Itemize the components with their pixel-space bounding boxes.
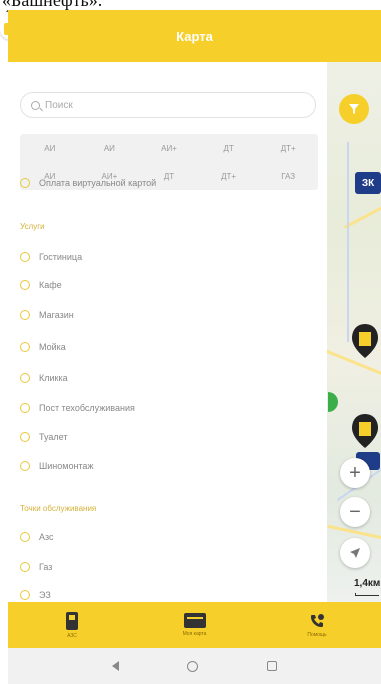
- filter-label: Кликка: [39, 373, 68, 383]
- recent-apps-icon[interactable]: [266, 661, 277, 671]
- filter-button[interactable]: [339, 94, 369, 124]
- station-marker-icon[interactable]: [350, 412, 380, 450]
- filter-service[interactable]: Мойка: [20, 342, 66, 352]
- checkbox[interactable]: [20, 310, 30, 320]
- location-arrow-icon: [350, 548, 360, 558]
- filter-label: Пост техобслуживания: [39, 403, 135, 413]
- fuel-type-option[interactable]: ГАЗ: [258, 162, 318, 190]
- checkbox[interactable]: [20, 562, 30, 572]
- brand-marker-label: ЗК: [361, 177, 375, 189]
- filter-service[interactable]: Кликка: [20, 373, 68, 383]
- funnel-icon: [349, 104, 359, 114]
- filter-label: Гостиница: [39, 252, 83, 262]
- filter-label: Магазин: [39, 310, 74, 320]
- caption-fragment: «Башнефть».: [0, 0, 381, 10]
- filter-service[interactable]: Пост техобслуживания: [20, 403, 135, 413]
- filter-point[interactable]: ЭЗ: [20, 590, 51, 600]
- locate-button[interactable]: [340, 538, 370, 568]
- app-header: Карта: [8, 10, 381, 62]
- back-icon[interactable]: [112, 661, 120, 671]
- fuel-type-option[interactable]: АИ+: [139, 134, 199, 162]
- filter-panel: Поиск АИ АИ АИ+ ДТ ДТ+ АИ АИ+ ДТ ДТ+ ГАЗ…: [8, 62, 327, 602]
- search-placeholder: Поиск: [45, 99, 73, 111]
- filter-label: Газ: [39, 562, 53, 572]
- fuel-type-option[interactable]: АИ: [20, 134, 80, 162]
- checkbox[interactable]: [20, 590, 30, 600]
- page-title: Карта: [176, 28, 213, 44]
- nav-label: Помощь: [307, 631, 327, 638]
- filter-label: Мойка: [39, 342, 66, 352]
- section-services-title: Услуги: [20, 222, 45, 231]
- minus-icon: −: [349, 500, 361, 523]
- filter-service[interactable]: Шиномонтаж: [20, 461, 93, 471]
- filter-label: Шиномонтаж: [39, 461, 94, 471]
- fuel-type-option[interactable]: АИ: [80, 134, 140, 162]
- nav-my-card[interactable]: Моя карта: [165, 602, 225, 648]
- search-icon: [31, 100, 40, 110]
- home-icon[interactable]: [187, 660, 199, 672]
- filter-point[interactable]: Газ: [20, 562, 52, 572]
- filter-service[interactable]: Кафе: [20, 280, 62, 290]
- brand-marker[interactable]: ЗК: [355, 172, 381, 194]
- filter-label: Туалет: [39, 432, 68, 442]
- bottom-navigation: АЗС Моя карта Помощь: [8, 602, 381, 648]
- filter-label: Азс: [39, 532, 54, 542]
- checkbox[interactable]: [20, 432, 30, 442]
- system-navigation-bar: [8, 648, 381, 684]
- fuel-pump-icon: [66, 611, 78, 630]
- checkbox[interactable]: [20, 403, 30, 413]
- section-points-title: Точки обслуживания: [20, 504, 97, 513]
- zoom-in-button[interactable]: +: [340, 458, 370, 488]
- caption-text: «Башнефть».: [2, 0, 103, 10]
- filter-card-payment[interactable]: Оплата виртуальной картой: [20, 178, 156, 188]
- checkbox[interactable]: [20, 342, 30, 352]
- filter-service[interactable]: Туалет: [20, 432, 67, 442]
- checkbox[interactable]: [20, 373, 30, 383]
- nav-help[interactable]: Помощь: [287, 602, 347, 648]
- fuel-type-option[interactable]: ДТ+: [258, 134, 318, 162]
- checkbox[interactable]: [20, 252, 30, 262]
- filter-label: ЭЗ: [39, 590, 51, 600]
- plus-icon: +: [349, 461, 361, 484]
- filter-service[interactable]: Гостиница: [20, 252, 82, 262]
- search-input[interactable]: Поиск: [20, 92, 316, 118]
- checkbox[interactable]: [20, 461, 30, 471]
- nav-label: АЗС: [67, 632, 77, 639]
- nav-label: Моя карта: [182, 631, 207, 637]
- fuel-type-option[interactable]: ДТ: [199, 134, 259, 162]
- checkbox[interactable]: [20, 178, 30, 188]
- station-marker-icon[interactable]: [350, 322, 380, 360]
- map-scale: 1,4км: [354, 578, 381, 589]
- card-icon: [183, 613, 206, 628]
- fuel-type-option[interactable]: ДТ+: [199, 162, 259, 190]
- filter-label: Оплата виртуальной картой: [39, 178, 157, 188]
- phone-icon: [311, 613, 324, 627]
- checkbox[interactable]: [20, 532, 30, 542]
- zoom-out-button[interactable]: −: [340, 497, 370, 527]
- filter-label: Кафе: [39, 280, 62, 290]
- filter-point[interactable]: Азс: [20, 532, 54, 542]
- nav-stations[interactable]: АЗС: [42, 602, 102, 648]
- scale-bar: [355, 593, 379, 596]
- checkbox[interactable]: [20, 280, 30, 290]
- filter-service[interactable]: Магазин: [20, 310, 74, 320]
